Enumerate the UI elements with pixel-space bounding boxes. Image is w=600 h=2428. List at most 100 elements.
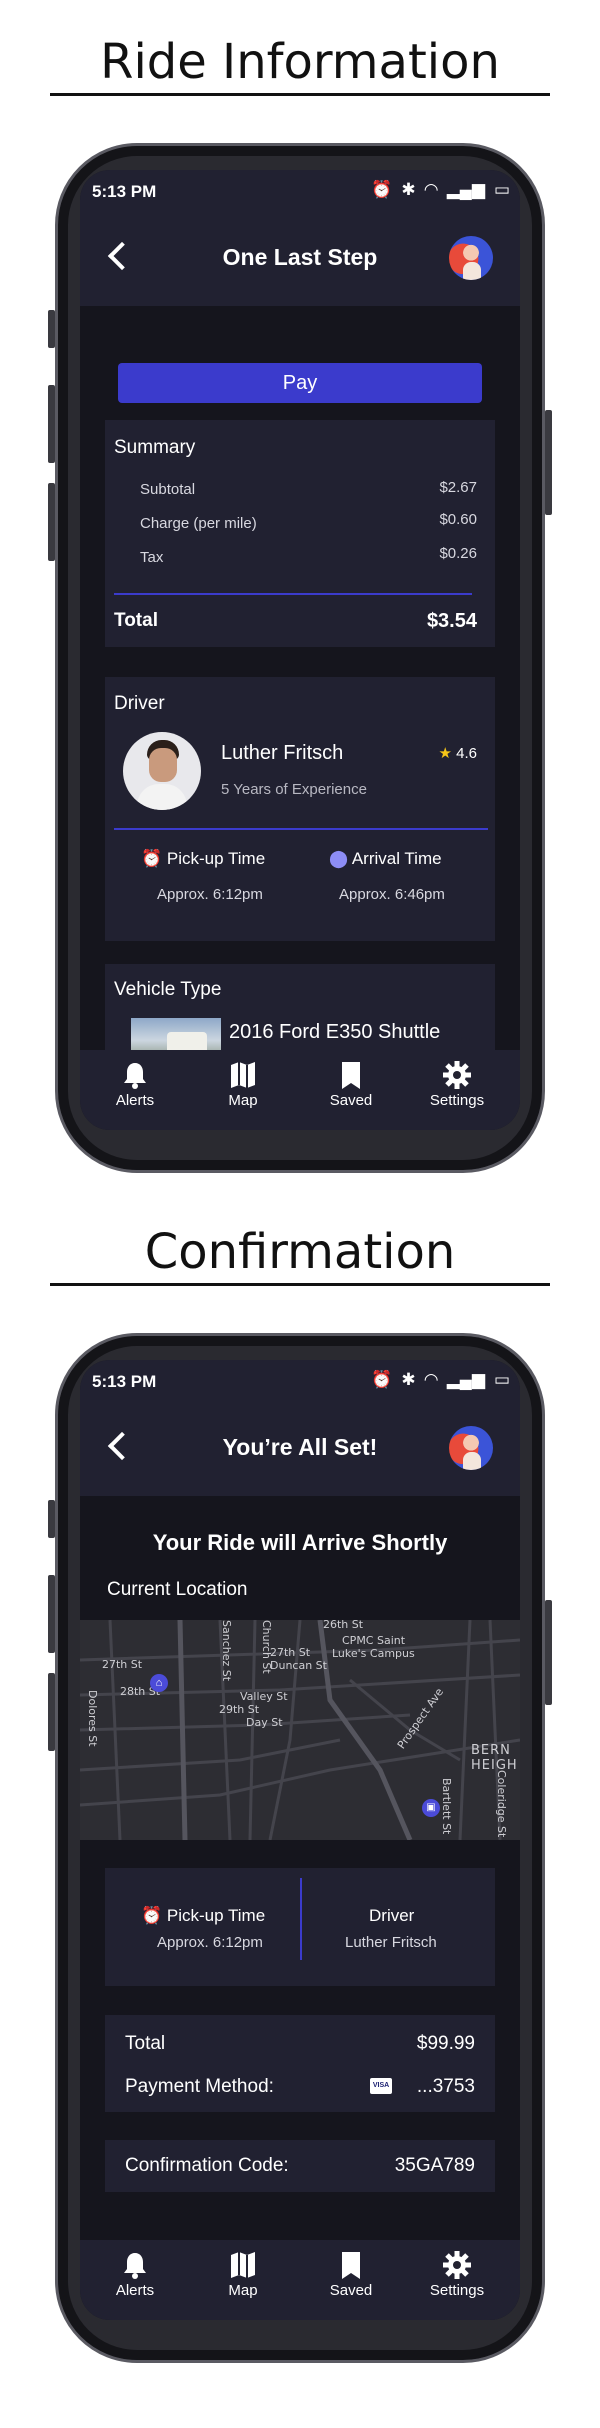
pickup-label-text: Pick-up Time <box>166 849 266 868</box>
subtotal-value: $2.67 <box>439 479 477 496</box>
wifi-icon: ◠ <box>424 180 438 199</box>
nav-saved[interactable]: Saved <box>306 2250 396 2299</box>
driver-name: Luther Fritsch <box>221 742 344 764</box>
pickup-time-label: ⏰ Pick-up Time <box>141 1906 265 1926</box>
app-header: One Last Step <box>80 210 520 306</box>
nav-settings[interactable]: Settings <box>412 1060 502 1109</box>
screen-ride-information: 5:13 PM ⏰ ✱ ◠ ▂▄▆ ▭ One Last Step Pay Su… <box>80 170 520 1130</box>
section-title-confirmation: Confirmation <box>144 1224 456 1280</box>
map-label-street: Valley St <box>240 1690 288 1703</box>
battery-icon: ▭ <box>493 180 510 199</box>
nav-settings-label: Settings <box>429 2282 485 2299</box>
pickup-driver-card: ⏰ Pick-up Time Approx. 6:12pm Driver Lut… <box>105 1868 495 1986</box>
section-title-ride-information: Ride Information <box>100 34 500 90</box>
pickup-time-value: Approx. 6:12pm <box>157 1934 263 1951</box>
vehicle-title: Vehicle Type <box>114 979 222 1000</box>
nav-map-label: Map <box>228 2282 258 2299</box>
driver-title: Driver <box>114 693 165 714</box>
map-label-street: Coleridge St <box>495 1770 508 1838</box>
confirmation-card: Confirmation Code: 35GA789 <box>105 2140 495 2192</box>
clock-icon: ⏰ <box>141 849 163 868</box>
pay-button[interactable]: Pay <box>118 363 482 403</box>
mute-switch <box>48 310 55 348</box>
volume-up-button <box>48 385 55 463</box>
bluetooth-icon: ✱ <box>401 1370 416 1389</box>
confirmation-code-label: Confirmation Code: <box>125 2155 289 2176</box>
nav-saved-label: Saved <box>329 1092 373 1109</box>
bus-marker-icon[interactable]: ▣ <box>422 1799 440 1817</box>
wifi-icon: ◠ <box>424 1370 438 1389</box>
volume-down-button <box>48 483 55 561</box>
pickup-time-value: Approx. 6:12pm <box>157 886 263 903</box>
volume-up-button <box>48 1575 55 1653</box>
map-label-street: Sanchez St <box>220 1620 233 1682</box>
bookmark-icon <box>342 1062 360 1089</box>
nav-map[interactable]: Map <box>198 2250 288 2299</box>
power-button <box>545 1600 552 1705</box>
nav-map[interactable]: Map <box>198 1060 288 1109</box>
driver-divider <box>114 828 488 830</box>
user-avatar[interactable] <box>449 1426 493 1470</box>
map-icon <box>231 2252 255 2278</box>
map-label-street: 27th St <box>102 1658 143 1671</box>
status-time: 5:13 PM <box>92 1372 157 1391</box>
battery-icon: ▭ <box>493 1370 510 1389</box>
home-marker-icon[interactable]: ⌂ <box>150 1674 168 1692</box>
nav-alerts-label: Alerts <box>115 2282 155 2299</box>
bluetooth-icon: ✱ <box>401 180 416 199</box>
bottom-navigation: Alerts Map Saved Settings <box>80 1050 520 1130</box>
bell-icon <box>124 2253 146 2279</box>
driver-value: Luther Fritsch <box>345 1934 437 1951</box>
tax-value: $0.26 <box>439 545 477 562</box>
map-label-place: Luke's Campus <box>332 1647 415 1660</box>
nav-alerts[interactable]: Alerts <box>90 2250 180 2299</box>
map-label-area: BERN <box>471 1743 511 1758</box>
map-label-street: Church St <box>260 1620 273 1674</box>
signal-icon: ▂▄▆ <box>446 1370 485 1389</box>
clock-icon: ⏰ <box>141 1906 163 1925</box>
nav-alerts-label: Alerts <box>115 1092 155 1109</box>
payment-card: Total $99.99 Payment Method: VISA ...375… <box>105 2015 495 2112</box>
arrival-time-value: Approx. 6:46pm <box>339 886 445 903</box>
driver-card: Driver Luther Fritsch ★ 4.6 5 Years of E… <box>105 677 495 941</box>
screen-confirmation: 5:13 PM ⏰ ✱ ◠ ▂▄▆ ▭ You’re All Set! Your… <box>80 1360 520 2320</box>
rating-value: 4.6 <box>456 745 477 762</box>
location-pin-icon: ⬤ <box>329 849 349 868</box>
map-label-street: Bartlett St <box>440 1778 453 1835</box>
map-icon <box>231 1062 255 1088</box>
status-bar: 5:13 PM ⏰ ✱ ◠ ▂▄▆ ▭ <box>80 170 520 210</box>
user-avatar[interactable] <box>449 236 493 280</box>
arrival-headline: Your Ride will Arrive Shortly <box>152 1530 448 1555</box>
driver-photo <box>123 732 201 810</box>
title-divider <box>50 1283 550 1286</box>
vehicle-name: 2016 Ford E350 Shuttle <box>229 1021 441 1043</box>
arrival-time-label: ⬤ Arrival Time <box>329 849 442 869</box>
total-label: Total <box>114 610 158 631</box>
status-time: 5:13 PM <box>92 182 157 201</box>
map-label-street: Duncan St <box>270 1659 327 1672</box>
map-label-street: Day St <box>246 1716 283 1729</box>
map-label-street: Dolores St <box>86 1690 99 1747</box>
title-divider <box>50 93 550 96</box>
nav-saved-label: Saved <box>329 2282 373 2299</box>
payment-method-label: Payment Method: <box>125 2076 274 2097</box>
summary-divider <box>114 593 472 595</box>
charge-value: $0.60 <box>439 511 477 528</box>
nav-alerts[interactable]: Alerts <box>90 1060 180 1109</box>
driver-rating: ★ 4.6 <box>439 744 477 762</box>
total-label: Total <box>125 2033 166 2054</box>
nav-settings-label: Settings <box>429 1092 485 1109</box>
nav-settings[interactable]: Settings <box>412 2250 502 2299</box>
subtotal-label: Subtotal <box>140 481 196 498</box>
arrival-label-text: Arrival Time <box>351 849 442 868</box>
summary-title: Summary <box>114 437 196 458</box>
pickup-time-label: ⏰ Pick-up Time <box>141 849 265 869</box>
location-map[interactable]: 26th St CPMC Saint Luke's Campus 27th St… <box>80 1620 520 1840</box>
driver-label: Driver <box>369 1906 415 1925</box>
power-button <box>545 410 552 515</box>
nav-saved[interactable]: Saved <box>306 1060 396 1109</box>
nav-map-label: Map <box>228 1092 258 1109</box>
total-value: $99.99 <box>416 2033 475 2054</box>
signal-icon: ▂▄▆ <box>446 180 485 199</box>
driver-experience: 5 Years of Experience <box>221 781 367 798</box>
